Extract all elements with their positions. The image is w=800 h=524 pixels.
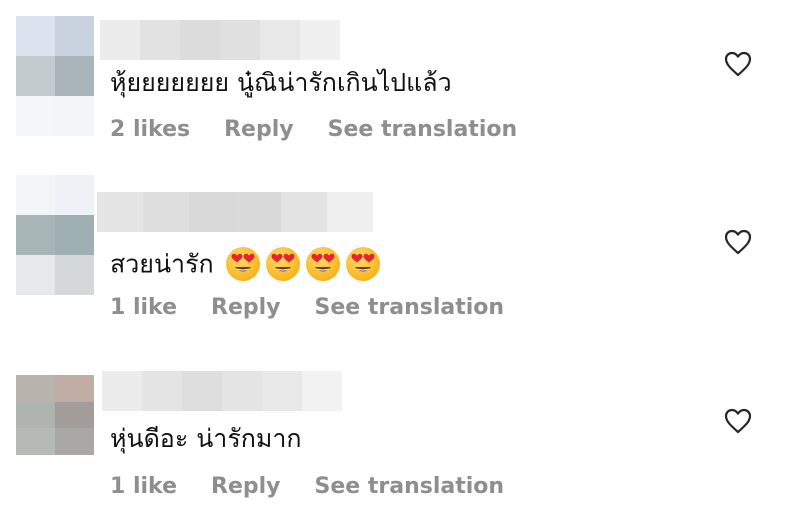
reply-button[interactable]: Reply [224,119,294,141]
avatar-pixel [55,375,94,402]
avatar-pixel [16,215,55,255]
comment-text-content: หุ้ยยยยยยย นู๋ณิน่ารักเกินไปแล้ว [110,68,452,97]
avatar-pixel [55,401,94,429]
avatar-pixel [16,255,55,295]
username-pixel [143,192,189,232]
avatar-pixel [16,428,55,455]
avatar-pixel [16,96,55,136]
avatar-pixel [55,215,94,255]
reply-button[interactable]: Reply [211,297,281,319]
username-blurred[interactable] [97,192,373,232]
username-pixel [189,192,235,232]
username-pixel [100,20,140,60]
comment-text: หุ่นดีอะ น่ารักมาก [110,426,302,451]
username-pixel [262,371,302,411]
username-pixel [140,20,180,60]
avatar-pixel [55,56,94,96]
avatar-pixel [16,56,55,96]
username-pixel [260,20,300,60]
heart-outline-icon[interactable] [724,229,752,255]
username-pixel [281,192,327,232]
username-pixel [102,371,142,411]
heart-eyes-emoji [345,247,380,281]
comment-text: สวยน่ารัก [110,247,380,281]
see-translation-link[interactable]: See translation [315,297,505,319]
username-blurred[interactable] [100,20,340,60]
avatar-pixel [16,375,55,402]
reply-button[interactable]: Reply [211,476,281,498]
avatar-pixel [55,428,94,455]
avatar-pixel [55,96,94,136]
username-pixel [222,371,262,411]
see-translation-link[interactable]: See translation [328,119,518,141]
avatar-pixel [16,16,55,56]
comment-actions: 1 like Reply See translation [110,297,538,319]
username-pixel [300,20,340,60]
username-pixel [220,20,260,60]
heart-outline-icon[interactable] [724,51,752,77]
avatar[interactable] [16,16,94,136]
avatar-pixel [55,16,94,56]
username-pixel [235,192,281,232]
heart-eyes-emoji [305,247,340,281]
username-pixel [182,371,222,411]
username-pixel [327,192,373,232]
avatar[interactable] [16,175,94,295]
username-pixel [180,20,220,60]
heart-eyes-emoji [265,247,300,281]
likes-count[interactable]: 1 like [110,297,177,319]
likes-count[interactable]: 2 likes [110,119,190,141]
likes-count[interactable]: 1 like [110,476,177,498]
emoji-row [225,247,380,281]
comment-actions: 2 likes Reply See translation [110,119,551,141]
avatar[interactable] [16,375,94,455]
see-translation-link[interactable]: See translation [315,476,505,498]
heart-outline-icon[interactable] [724,408,752,434]
username-blurred[interactable] [102,371,342,411]
avatar-pixel [55,175,94,215]
comment-text: หุ้ยยยยยยย นู๋ณิน่ารักเกินไปแล้ว [110,70,452,95]
username-pixel [97,192,143,232]
avatar-pixel [16,401,55,429]
username-pixel [302,371,342,411]
comment-text-content: หุ่นดีอะ น่ารักมาก [110,424,302,453]
username-pixel [142,371,182,411]
heart-eyes-emoji [225,247,260,281]
avatar-pixel [55,255,94,295]
comment-text-content: สวยน่ารัก [110,249,214,279]
comment-actions: 1 like Reply See translation [110,476,538,498]
avatar-pixel [16,175,55,215]
